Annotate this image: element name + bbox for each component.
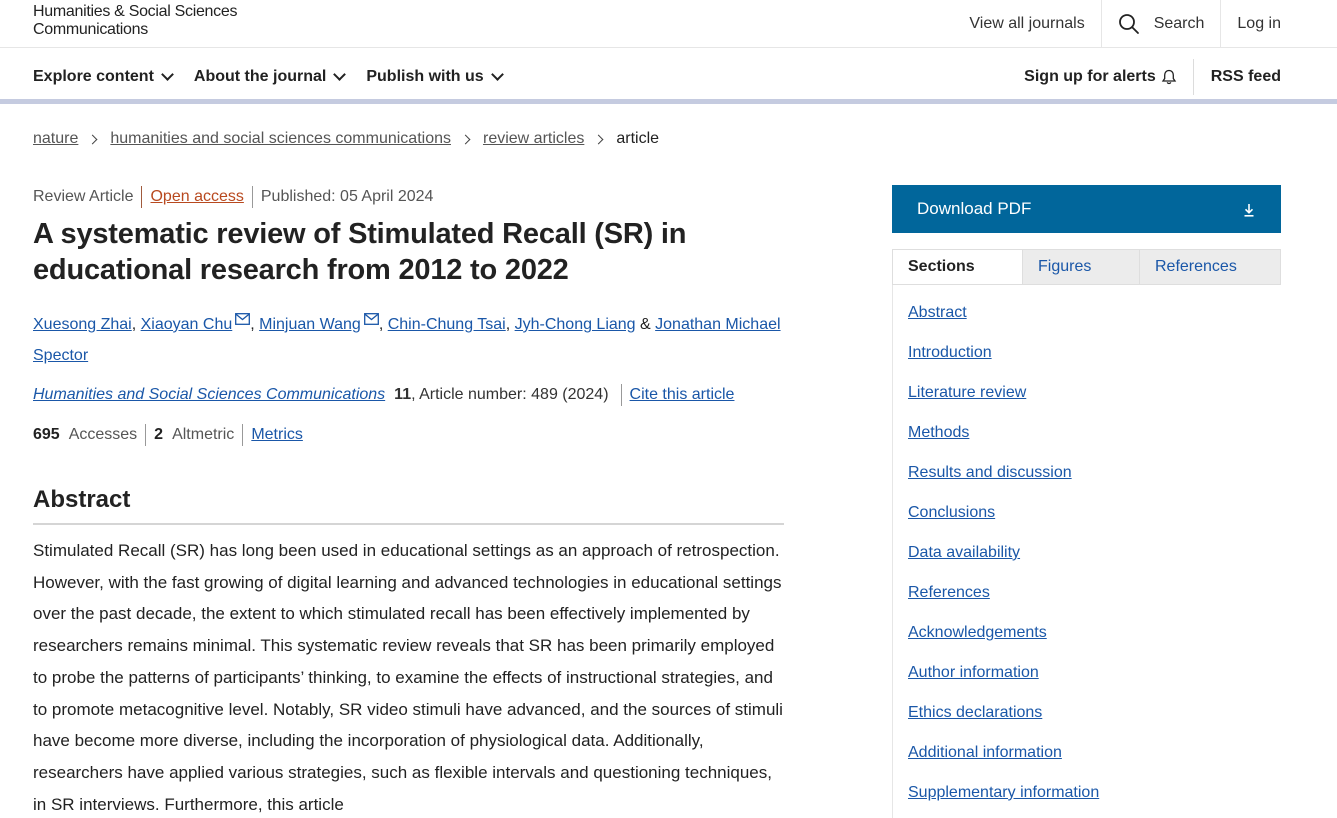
cite-article-link[interactable]: Cite this article [620,384,734,406]
explore-content-label: Explore content [33,67,154,85]
publish-label: Publish with us [366,67,484,85]
search-label: Search [1153,15,1205,32]
abstract-text: Stimulated Recall (SR) has long been use… [33,541,783,814]
open-access-link[interactable]: Open access [141,186,251,208]
accesses-metric: 695 Accesses [33,424,145,446]
altmetric-metric: 2 Altmetric [145,424,242,446]
sign-up-alerts-label: Sign up for alerts [1024,67,1156,85]
top-links: View all journals Search Log in [953,0,1337,48]
metrics-line: 695 Accesses 2 Altmetric Metrics [33,424,311,446]
logo-line-1: Humanities & Social Sciences [33,3,238,20]
section-link-literature-review[interactable]: Literature review [908,365,1281,405]
author-link[interactable]: Jyh-Chong Liang [515,316,636,333]
about-journal-menu[interactable]: About the journal [193,67,347,86]
chevron-down-icon [333,67,347,81]
breadcrumb-nature[interactable]: nature [33,130,78,148]
nav-actions: Sign up for alerts RSS feed [1024,49,1281,104]
section-link-additional-information[interactable]: Additional information [908,725,1281,765]
breadcrumb-journal[interactable]: humanities and social sciences communica… [110,130,451,148]
tab-references[interactable]: References [1139,250,1280,284]
altmetric-count: 2 [154,426,164,443]
login-link[interactable]: Log in [1220,0,1337,48]
nav-menu: Explore content About the journal Publis… [33,49,524,104]
search-button[interactable]: Search [1100,0,1221,48]
sidebar-tabs: Sections Figures References [892,249,1281,285]
download-icon [1243,202,1255,217]
section-link-methods[interactable]: Methods [908,405,1281,445]
breadcrumb-current: article [616,130,660,147]
author-link[interactable]: Xuesong Zhai [33,316,132,333]
accesses-count: 695 [33,426,60,443]
mail-icon[interactable] [363,305,379,325]
section-link-abstract[interactable]: Abstract [908,285,1281,325]
top-bar: Humanities & Social Sciences Communicati… [0,0,1337,48]
chevron-down-icon [161,67,174,81]
section-link-references[interactable]: References [908,565,1281,605]
chevron-right-icon [460,134,471,144]
tab-sections[interactable]: Sections [893,250,1022,284]
journal-link[interactable]: Humanities and Social Sciences Communica… [33,386,385,404]
rss-feed-link[interactable]: RSS feed [1211,68,1281,86]
sections-list: Abstract Introduction Literature review … [892,285,1281,805]
search-icon [1118,13,1140,35]
logo-line-2: Communications [33,21,148,38]
author-link[interactable]: Chin-Chung Tsai [388,316,506,333]
section-link-acknowledgements[interactable]: Acknowledgements [908,605,1281,645]
published-date: Published: 05 April 2024 [251,186,442,208]
chevron-right-icon [87,134,98,144]
about-journal-label: About the journal [193,67,327,85]
section-link-conclusions[interactable]: Conclusions [908,485,1281,525]
author-list: Xuesong Zhai, Xiaoyan Chu, Minjuan Wang,… [33,305,793,371]
section-link-ethics[interactable]: Ethics declarations [908,685,1281,725]
volume: 11 [394,386,412,403]
accesses-label: Accesses [68,426,138,443]
publish-menu[interactable]: Publish with us [366,67,504,86]
metrics-group: Metrics [242,424,311,446]
article-number: , Article number: 489 (2024) [411,386,609,403]
section-link-results[interactable]: Results and discussion [908,445,1281,485]
altmetric-label: Altmetric [172,426,235,443]
section-link-introduction[interactable]: Introduction [908,325,1281,365]
chevron-right-icon [593,134,604,144]
journal-logo[interactable]: Humanities & Social Sciences Communicati… [33,3,237,39]
article-title: A systematic review of Stimulated Recall… [33,218,687,286]
article-meta: Review Article Open access Published: 05… [33,186,441,208]
explore-content-menu[interactable]: Explore content [33,67,174,86]
breadcrumb: nature humanities and social sciences co… [33,130,659,148]
sign-up-alerts-link[interactable]: Sign up for alerts [1024,58,1194,95]
bell-icon [1161,69,1177,85]
download-pdf-label: Download PDF [917,199,1032,218]
download-pdf-button[interactable]: Download PDF [892,185,1281,233]
author-link[interactable]: Xiaoyan Chu [141,316,233,333]
chevron-down-icon [490,67,504,81]
tab-figures[interactable]: Figures [1022,250,1139,284]
article-type: Review Article [33,188,134,205]
citation-line: Humanities and Social Sciences Communica… [33,384,734,406]
mail-icon[interactable] [235,305,251,325]
section-link-supplementary[interactable]: Supplementary information [908,765,1281,805]
breadcrumb-review-articles[interactable]: review articles [483,130,584,148]
section-link-data-availability[interactable]: Data availability [908,525,1281,565]
view-all-journals-link[interactable]: View all journals [953,0,1100,48]
metrics-link[interactable]: Metrics [251,424,303,446]
abstract-heading: Abstract [33,486,784,525]
main-nav: Explore content About the journal Publis… [0,49,1337,104]
author-link[interactable]: Minjuan Wang [259,316,361,333]
section-link-author-information[interactable]: Author information [908,645,1281,685]
